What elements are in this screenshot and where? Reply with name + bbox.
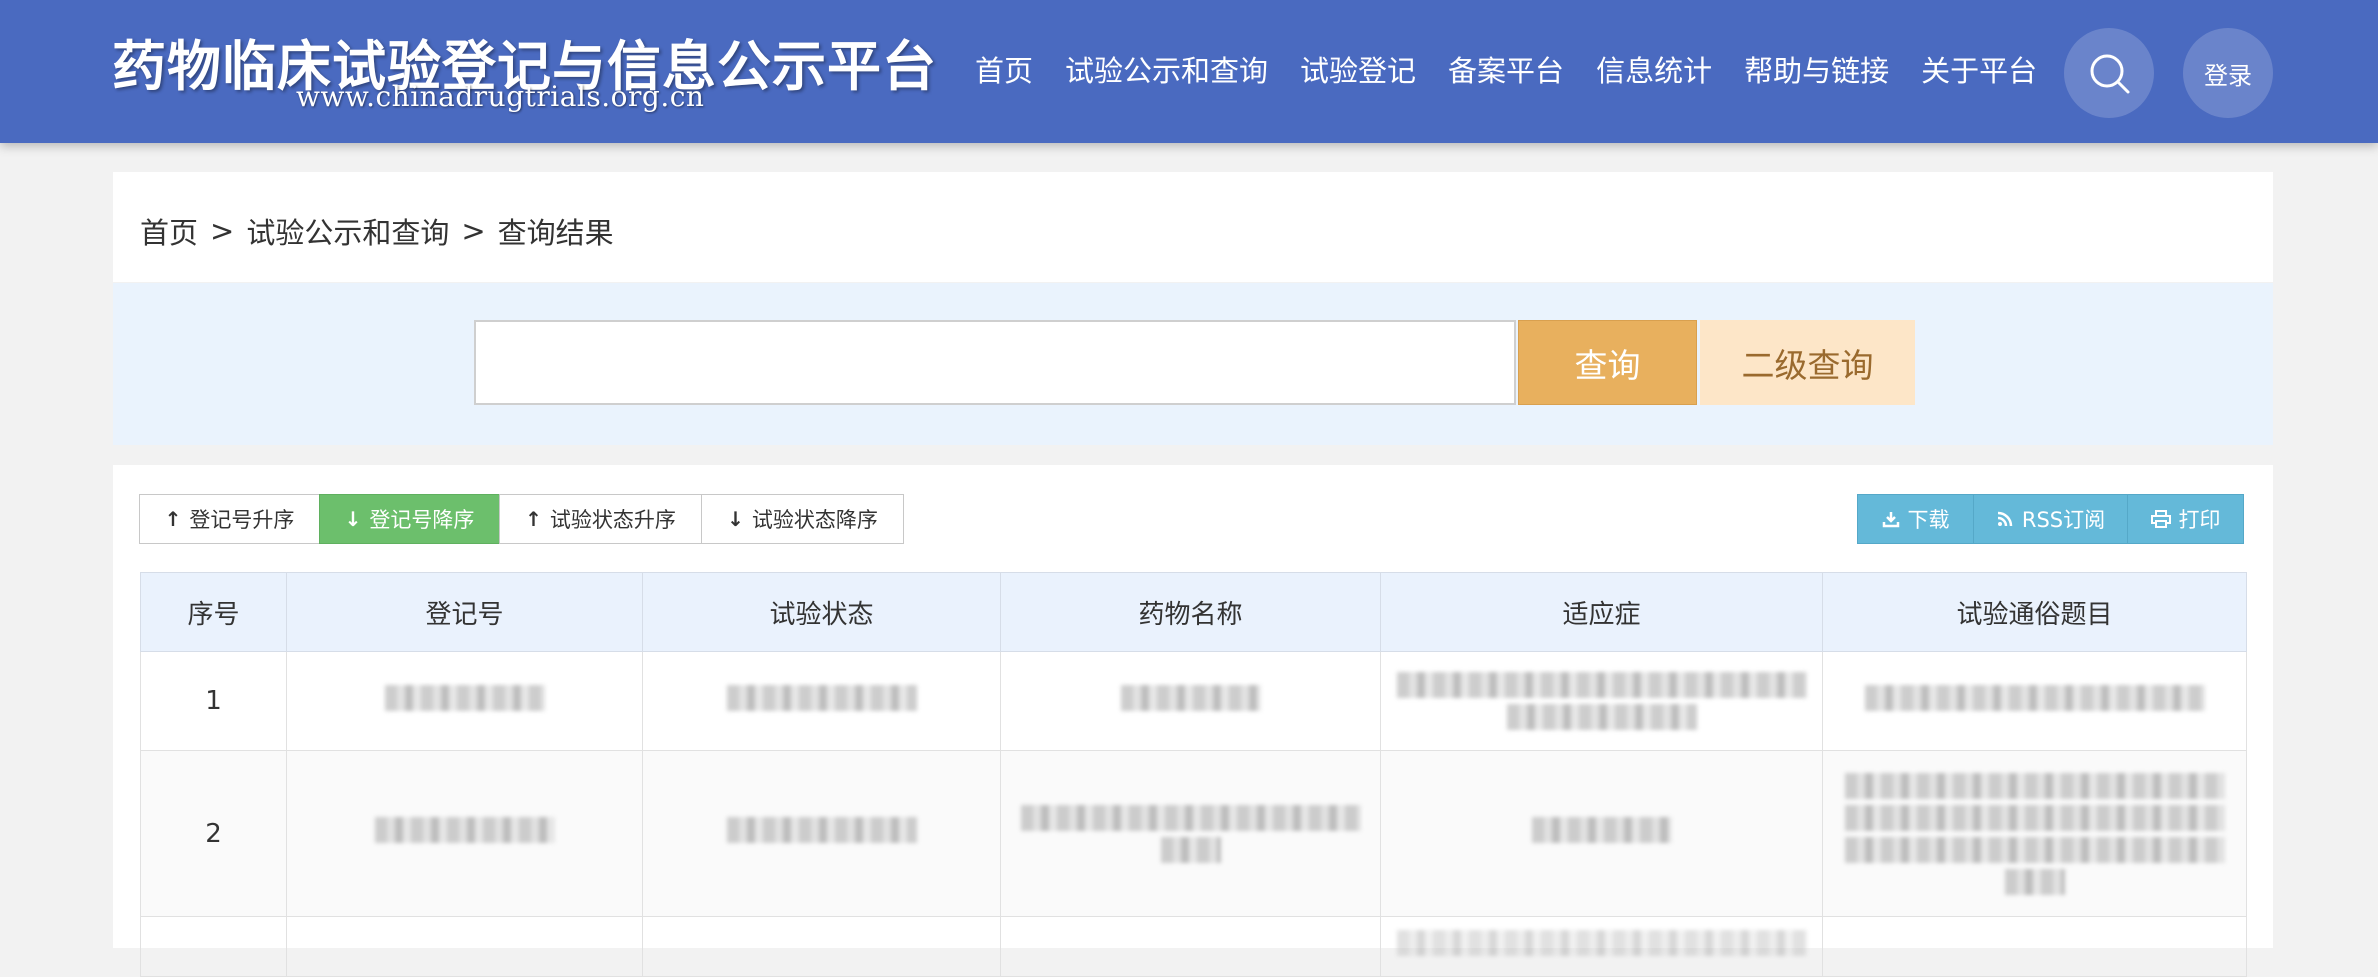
sort-label: 登记号升序 <box>189 508 295 532</box>
rss-button[interactable]: RSS订阅 <box>1973 494 2128 544</box>
indication-cell <box>1380 916 1823 977</box>
nav-statistics[interactable]: 信息统计 <box>1580 48 1728 94</box>
header-search-button[interactable] <box>2064 28 2154 118</box>
table-row[interactable] <box>140 916 2247 977</box>
site-url: www.chinadrugtrials.org.cn <box>296 80 705 113</box>
reg-no-cell[interactable] <box>286 916 643 977</box>
action-button-group: 下载 RSS订阅 打印 <box>1857 494 2244 544</box>
nav-filing-platform[interactable]: 备案平台 <box>1432 48 1580 94</box>
login-button[interactable]: 登录 <box>2183 28 2273 118</box>
status-cell <box>642 750 1001 917</box>
drug-name-cell <box>1000 750 1381 917</box>
search-input[interactable] <box>474 320 1516 405</box>
results-table: 序号 登记号 试验状态 药物名称 适应症 试验通俗题目 1 2 <box>140 572 2247 977</box>
table-header-row: 序号 登记号 试验状态 药物名称 适应症 试验通俗题目 <box>140 572 2247 652</box>
redacted-text <box>1864 684 2205 711</box>
sort-button-group: ↑ 登记号升序 ↓ 登记号降序 ↑ 试验状态升序 ↓ 试验状态降序 <box>139 494 904 544</box>
download-icon <box>1882 512 1899 528</box>
rss-label: RSS订阅 <box>2021 508 2106 532</box>
breadcrumb-home[interactable]: 首页 <box>140 210 198 252</box>
rss-icon <box>1997 511 2013 527</box>
breadcrumb-separator: > <box>461 214 486 248</box>
sort-status-desc-button[interactable]: ↓ 试验状态降序 <box>701 494 904 544</box>
nav-help-links[interactable]: 帮助与链接 <box>1728 48 1905 94</box>
nav-trial-query[interactable]: 试验公示和查询 <box>1049 48 1284 94</box>
redacted-text <box>1531 817 1672 843</box>
redacted-text <box>1844 804 2225 831</box>
table-row[interactable]: 2 <box>140 750 2247 917</box>
reg-no-cell[interactable] <box>286 750 643 917</box>
drug-name-cell <box>1000 651 1381 751</box>
trial-title-cell[interactable] <box>1822 750 2247 917</box>
redacted-text <box>1020 804 1361 831</box>
redacted-text <box>384 684 545 711</box>
column-header-status: 试验状态 <box>642 572 1001 652</box>
arrow-down-icon: ↓ <box>727 507 744 531</box>
results-panel: ↑ 登记号升序 ↓ 登记号降序 ↑ 试验状态升序 ↓ 试验状态降序 下载 RSS… <box>113 465 2273 977</box>
breadcrumb: 首页 > 试验公示和查询 > 查询结果 <box>140 210 614 252</box>
trial-title-cell[interactable] <box>1822 651 2247 751</box>
row-index <box>140 916 287 977</box>
status-cell <box>642 916 1001 977</box>
search-icon <box>2090 54 2130 94</box>
arrow-up-icon: ↑ <box>164 507 182 531</box>
column-header-indication: 适应症 <box>1380 572 1823 652</box>
download-label: 下载 <box>1907 508 1950 532</box>
redacted-text <box>374 817 555 843</box>
sort-reg-asc-button[interactable]: ↑ 登记号升序 <box>139 494 320 544</box>
table-row[interactable]: 1 <box>140 651 2247 751</box>
redacted-text <box>726 817 917 843</box>
redacted-text <box>726 684 917 711</box>
sort-reg-desc-button[interactable]: ↓ 登记号降序 <box>319 494 500 544</box>
redacted-text <box>1396 672 1807 698</box>
breadcrumb-current: 查询结果 <box>497 216 614 250</box>
column-header-index: 序号 <box>140 572 287 652</box>
indication-cell <box>1380 750 1823 917</box>
redacted-text <box>1844 836 2225 863</box>
download-button[interactable]: 下载 <box>1857 494 1974 544</box>
redacted-text <box>2004 868 2065 895</box>
reg-no-cell[interactable] <box>286 651 643 751</box>
status-cell <box>642 651 1001 751</box>
search-panel: 查询 二级查询 <box>113 283 2273 445</box>
indication-cell <box>1380 651 1823 751</box>
site-header: 药物临床试验登记与信息公示平台 www.chinadrugtrials.org.… <box>0 0 2378 143</box>
redacted-text <box>1844 772 2225 799</box>
nav-home[interactable]: 首页 <box>975 48 1049 94</box>
nav-trial-registration[interactable]: 试验登记 <box>1284 48 1432 94</box>
redacted-text <box>1120 684 1261 711</box>
query-button[interactable]: 查询 <box>1518 320 1697 405</box>
sort-status-asc-button[interactable]: ↑ 试验状态升序 <box>499 494 702 544</box>
arrow-up-icon: ↑ <box>525 507 542 531</box>
printer-icon <box>2150 510 2171 528</box>
column-header-drug-name: 药物名称 <box>1000 572 1381 652</box>
column-header-trial-title: 试验通俗题目 <box>1822 572 2247 652</box>
main-nav: 首页 试验公示和查询 试验登记 备案平台 信息统计 帮助与链接 关于平台 <box>975 48 2053 94</box>
print-label: 打印 <box>2178 508 2221 532</box>
sort-label: 登记号降序 <box>369 508 475 532</box>
drug-name-cell <box>1000 916 1381 977</box>
trial-title-cell[interactable] <box>1822 916 2247 977</box>
breadcrumb-section[interactable]: 试验公示和查询 <box>246 210 449 252</box>
redacted-text <box>1160 836 1221 863</box>
sort-label: 试验状态降序 <box>751 508 878 532</box>
redacted-text <box>1396 930 1807 956</box>
sort-label: 试验状态升序 <box>549 508 676 532</box>
breadcrumb-panel: 首页 > 试验公示和查询 > 查询结果 <box>113 172 2273 282</box>
advanced-query-button[interactable]: 二级查询 <box>1700 320 1915 405</box>
arrow-down-icon: ↓ <box>344 507 362 531</box>
print-button[interactable]: 打印 <box>2127 494 2244 544</box>
breadcrumb-separator: > <box>210 214 235 248</box>
nav-about[interactable]: 关于平台 <box>1905 48 2053 94</box>
column-header-reg-no: 登记号 <box>286 572 643 652</box>
redacted-text <box>1506 704 1697 730</box>
row-index: 1 <box>140 651 287 751</box>
row-index: 2 <box>140 750 287 917</box>
